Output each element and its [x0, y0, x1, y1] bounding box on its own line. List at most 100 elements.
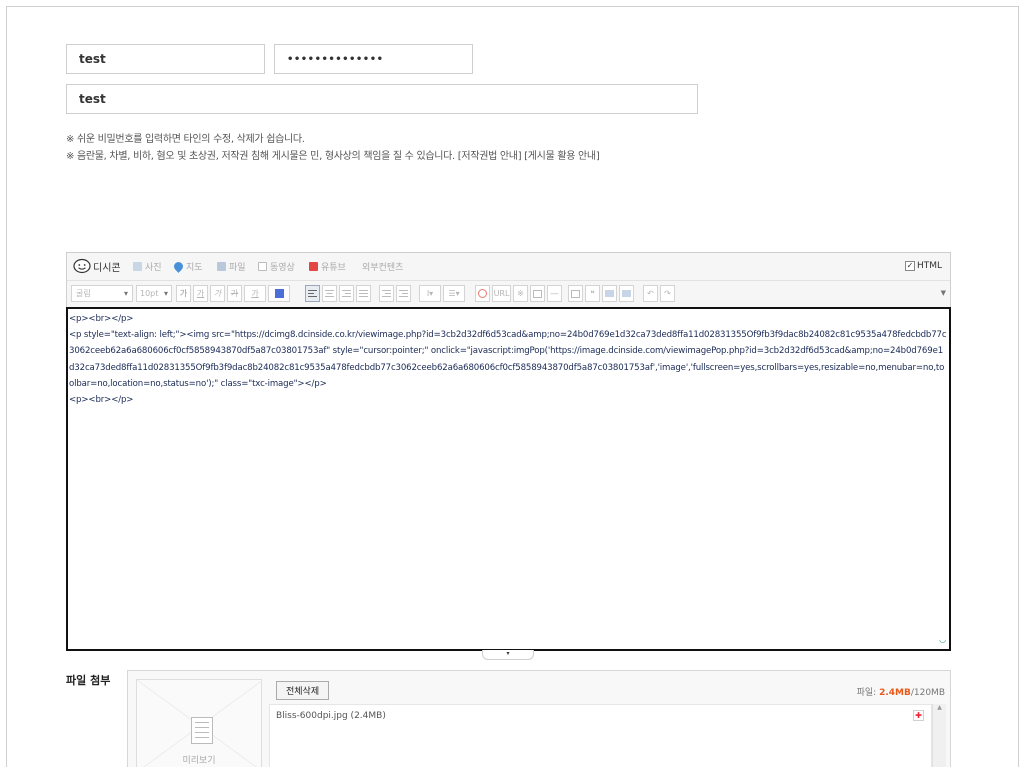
- html-label: HTML: [917, 261, 943, 271]
- delete-all-button[interactable]: 전체삭제: [276, 681, 330, 700]
- map-button[interactable]: 지도: [172, 260, 203, 273]
- html-checkbox[interactable]: ✓: [905, 261, 915, 271]
- font-color-button[interactable]: 가: [244, 285, 266, 302]
- quote-icon: ❝: [590, 289, 595, 298]
- file-list-item[interactable]: Bliss-600dpi.jpg (2.4MB): [276, 711, 386, 721]
- dcicon-button[interactable]: 디시콘: [73, 258, 121, 274]
- quote-button[interactable]: ❝: [585, 285, 600, 302]
- chevron-down-icon: ▾: [123, 289, 128, 298]
- align-left-button[interactable]: [305, 285, 320, 302]
- attach-panel: 미리보기 전체삭제 파일: 2.4MB/120MB Bliss-600dpi.j…: [127, 670, 951, 767]
- external-content-label: 외부컨텐츠: [362, 263, 404, 273]
- file-button[interactable]: 파일: [217, 260, 246, 273]
- outdent-button[interactable]: [379, 285, 394, 302]
- line-height-icon: I▾: [426, 289, 434, 298]
- quota-prefix: 파일:: [856, 688, 880, 698]
- quota-used: 2.4MB: [879, 688, 911, 698]
- editor-resize-handle[interactable]: ▾: [482, 650, 534, 660]
- align-right-icon: [342, 290, 351, 297]
- photo-label: 사진: [145, 263, 162, 273]
- underline-button[interactable]: 가: [193, 285, 208, 302]
- file-label: 파일: [229, 263, 246, 273]
- table-icon: [533, 289, 542, 298]
- image-border-icon: [622, 290, 631, 297]
- indent-button[interactable]: [396, 285, 411, 302]
- color-swatch-icon: [274, 289, 284, 298]
- background-button[interactable]: [602, 285, 617, 302]
- align-center-button[interactable]: [322, 285, 337, 302]
- chevron-down-icon: ▾: [163, 289, 168, 298]
- map-label: 지도: [186, 263, 203, 273]
- redo-icon: ↷: [664, 289, 671, 298]
- password-input[interactable]: ••••••••••••••: [274, 44, 473, 74]
- preview-label: 미리보기: [182, 756, 216, 766]
- font-size-select[interactable]: 10pt ▾: [136, 285, 172, 302]
- align-justify-button[interactable]: [356, 285, 371, 302]
- horizontal-rule-button[interactable]: ―: [547, 285, 562, 302]
- html-toggle[interactable]: ✓ HTML: [905, 261, 942, 271]
- toolbar-expand-icon[interactable]: ▼: [941, 289, 946, 297]
- source-code-text: <p><br></p> <p style="text-align: left;"…: [69, 314, 947, 406]
- italic-button[interactable]: 가: [210, 285, 225, 302]
- align-right-button[interactable]: [339, 285, 354, 302]
- list-button[interactable]: ☰▾: [443, 285, 465, 302]
- copyright-notice: ※ 음란물, 차별, 비하, 혐오 및 초상권, 저작권 침해 게시물은 민, …: [66, 151, 600, 162]
- video-icon: [258, 262, 267, 271]
- youtube-button[interactable]: 유튜브: [309, 260, 346, 273]
- undo-icon: ↶: [647, 289, 654, 298]
- textbox-button[interactable]: [568, 285, 583, 302]
- youtube-label: 유튜브: [321, 263, 346, 273]
- file-list: Bliss-600dpi.jpg (2.4MB) ✚: [269, 704, 932, 767]
- attach-label: 파일 첨부: [66, 674, 111, 687]
- file-quota: 파일: 2.4MB/120MB: [857, 685, 945, 698]
- file-list-scrollbar[interactable]: ▲: [932, 704, 946, 767]
- document-icon: [191, 717, 213, 744]
- nickname-input[interactable]: test: [66, 44, 265, 74]
- dcicon-label: 디시콘: [93, 262, 121, 274]
- undo-button[interactable]: ↶: [643, 285, 658, 302]
- map-pin-icon: [172, 260, 185, 273]
- table-button[interactable]: [530, 285, 545, 302]
- align-left-icon: [308, 290, 317, 297]
- external-content-button[interactable]: 외부컨텐츠: [362, 260, 403, 273]
- insert-toolbar: 디시콘 사진 지도 파일 동영상 유튜브 외부컨텐츠 ✓ HTML: [67, 253, 950, 281]
- insert-file-icon[interactable]: ✚: [913, 710, 924, 721]
- video-label: 동영상: [270, 263, 295, 273]
- youtube-icon: [309, 262, 318, 271]
- font-family-select[interactable]: 굴림 ▾: [71, 285, 133, 302]
- list-icon: ☰▾: [448, 289, 460, 298]
- horizontal-rule-icon: ―: [550, 289, 559, 298]
- title-input[interactable]: test: [66, 84, 698, 114]
- textbox-icon: [571, 289, 580, 298]
- font-size-value: 10pt: [140, 289, 159, 298]
- quota-total: /120MB: [910, 688, 945, 698]
- emoticon-button[interactable]: [475, 285, 490, 302]
- dcicon-smile-icon: [73, 258, 91, 274]
- align-center-icon: [325, 290, 334, 297]
- bold-button[interactable]: 가: [176, 285, 191, 302]
- emoticon-icon: [478, 289, 487, 298]
- preview-box: 미리보기: [136, 679, 263, 767]
- photo-icon: [133, 262, 142, 271]
- line-height-button[interactable]: I▾: [419, 285, 441, 302]
- background-color-button[interactable]: [268, 285, 290, 302]
- font-family-value: 굴림: [76, 289, 91, 298]
- background-icon: [605, 290, 614, 297]
- special-char-button[interactable]: ※: [513, 285, 528, 302]
- format-toolbar: 굴림 ▾ 10pt ▾ 가 가 가 가 가 I▾ ☰▾ URL ※ ― ❝ ↶ …: [67, 281, 950, 307]
- resize-grip-icon[interactable]: ◡: [939, 632, 946, 648]
- strike-button[interactable]: 가: [227, 285, 242, 302]
- align-justify-icon: [359, 290, 368, 297]
- redo-button[interactable]: ↷: [660, 285, 675, 302]
- file-icon: [217, 262, 226, 271]
- editor: 디시콘 사진 지도 파일 동영상 유튜브 외부컨텐츠 ✓ HTML 굴림 ▾ 1…: [66, 252, 951, 651]
- special-char-icon: ※: [517, 289, 524, 298]
- video-button[interactable]: 동영상: [258, 260, 295, 273]
- photo-button[interactable]: 사진: [133, 260, 162, 273]
- image-border-button[interactable]: [619, 285, 634, 302]
- indent-icon: [399, 290, 408, 297]
- html-source-textarea[interactable]: <p><br></p> <p style="text-align: left;"…: [66, 307, 951, 651]
- link-button[interactable]: URL: [492, 285, 511, 302]
- password-notice: ※ 쉬운 비밀번호를 입력하면 타인의 수정, 삭제가 쉽습니다.: [66, 134, 305, 145]
- outdent-icon: [382, 290, 391, 297]
